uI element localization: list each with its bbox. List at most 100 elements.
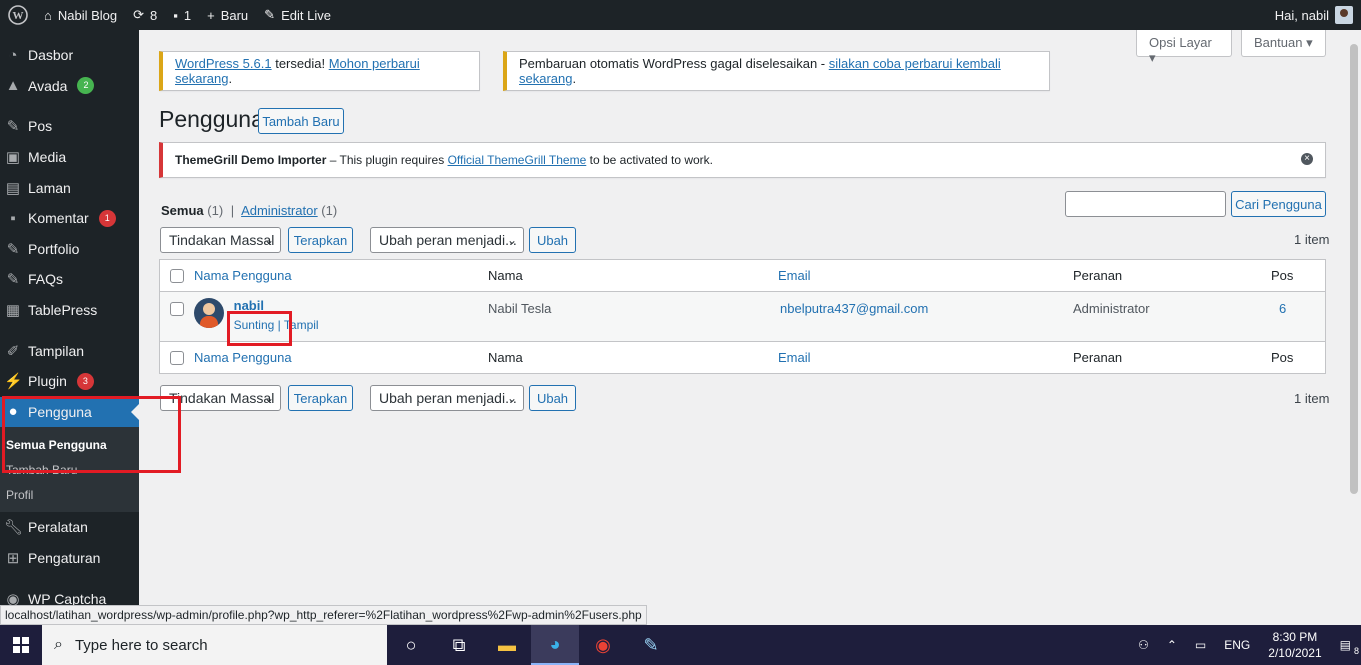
user-fullname: Nabil Tesla bbox=[488, 301, 552, 316]
search-users-button[interactable]: Cari Pengguna bbox=[1231, 191, 1326, 217]
clock[interactable]: 8:30 PM 2/10/2021 bbox=[1268, 629, 1321, 661]
my-account-link[interactable]: Hai, nabil bbox=[1267, 0, 1361, 30]
sidebar-item-portfolio[interactable]: ✎ Portfolio bbox=[0, 234, 139, 265]
user-posts-link[interactable]: 6 bbox=[1271, 301, 1286, 316]
table-footer-row: Nama Pengguna Nama Email Peranan Pos bbox=[159, 341, 1326, 374]
sidebar-item-media[interactable]: ▣ Media bbox=[0, 142, 139, 173]
change-role-select-bottom[interactable]: Ubah peran menjadi... ⌄ bbox=[370, 385, 524, 411]
sidebar-item-label: Pos bbox=[28, 118, 53, 135]
scrollbar[interactable] bbox=[1347, 30, 1361, 625]
start-button[interactable] bbox=[0, 625, 42, 665]
search-users-input[interactable] bbox=[1065, 191, 1226, 217]
user-email-link[interactable]: nbelputra437@gmail.com bbox=[778, 301, 928, 316]
sidebar-item-laman[interactable]: ▤ Laman bbox=[0, 172, 139, 203]
edit-live-link[interactable]: ✎ Edit Live bbox=[256, 0, 339, 30]
sidebar-item-label: Dasbor bbox=[28, 47, 74, 64]
help-button[interactable]: Bantuan ▾ bbox=[1241, 30, 1326, 57]
file-explorer-icon[interactable]: ▬ bbox=[483, 625, 531, 665]
updates-link[interactable]: ⟳ 8 bbox=[125, 0, 165, 30]
sidebar-item-dasbor[interactable]: ◔ Dasbor bbox=[0, 40, 139, 71]
select-all-checkbox[interactable] bbox=[170, 269, 184, 284]
update-end: . bbox=[228, 71, 233, 86]
themegrill-theme-link[interactable]: Official ThemeGrill Theme bbox=[448, 153, 587, 167]
select-all-checkbox-footer[interactable] bbox=[170, 351, 184, 366]
sidebar-item-pos[interactable]: ✎ Pos bbox=[0, 111, 139, 142]
column-username-footer[interactable]: Nama Pengguna bbox=[194, 350, 292, 365]
sidebar-item-label: Laman bbox=[28, 179, 71, 196]
new-label: Baru bbox=[220, 7, 249, 23]
brush-icon: ✐ bbox=[6, 342, 20, 360]
count-badge: 1 bbox=[98, 209, 116, 227]
users-table: Nama Pengguna Nama Email Peranan Pos nab… bbox=[159, 259, 1326, 374]
apply-button[interactable]: Terapkan bbox=[288, 227, 353, 253]
sidebar-item-pengaturan[interactable]: ⊞ Pengaturan bbox=[0, 543, 139, 574]
change-role-value: Ubah peran menjadi... bbox=[379, 232, 517, 248]
auto-update-end: . bbox=[572, 71, 577, 86]
sidebar-item-avada[interactable]: ▲ Avada 2 bbox=[0, 71, 139, 102]
taskbar-search-box[interactable]: ⌕ Type here to search bbox=[42, 625, 387, 665]
notification-count: 8 bbox=[1353, 646, 1359, 656]
chevron-up-icon[interactable]: ⌃ bbox=[1167, 638, 1177, 652]
filter-all-count: (1) bbox=[207, 203, 224, 218]
scrollbar-thumb[interactable] bbox=[1350, 44, 1358, 494]
sidebar-item-plugin[interactable]: ⚡ Plugin 3 bbox=[0, 366, 139, 397]
column-email-footer[interactable]: Email bbox=[778, 350, 811, 365]
sidebar-item-faqs[interactable]: ✎ FAQs bbox=[0, 264, 139, 295]
cortana-icon[interactable]: ○ bbox=[387, 625, 435, 665]
submenu-profile[interactable]: Profil bbox=[0, 483, 139, 508]
update-text: tersedia! bbox=[271, 56, 329, 71]
new-content-link[interactable]: + Baru bbox=[199, 0, 256, 30]
clock-date: 2/10/2021 bbox=[1268, 646, 1322, 660]
auto-update-notice: Pembaruan otomatis WordPress gagal disel… bbox=[503, 51, 1050, 91]
svg-text:W: W bbox=[13, 10, 24, 22]
sidebar-item-label: Plugin bbox=[28, 373, 67, 390]
taskbar: ⌕ Type here to search ○ ⧉ ▬ ◕ ◉ ✎ ⚇ ⌃ ▭ … bbox=[0, 625, 1361, 665]
comments-count: 1 bbox=[183, 7, 192, 23]
sidebar-item-peralatan[interactable]: 🔧︎ Peralatan bbox=[0, 512, 139, 543]
count-badge: 3 bbox=[76, 372, 94, 390]
notification-icon[interactable]: ▤ 8 bbox=[1340, 638, 1359, 656]
change-role-select[interactable]: Ubah peran menjadi... ⌄ bbox=[370, 227, 524, 253]
filter-administrator-link[interactable]: Administrator bbox=[241, 203, 318, 218]
paint-icon[interactable]: ✎ bbox=[627, 625, 675, 665]
plugin-end: to be activated to work. bbox=[586, 153, 714, 167]
site-name-link[interactable]: ⌂ Nabil Blog bbox=[36, 0, 125, 30]
sidebar-item-tampilan[interactable]: ✐ Tampilan bbox=[0, 335, 139, 366]
people-icon[interactable]: ⚇ bbox=[1138, 638, 1149, 652]
sidebar-item-komentar[interactable]: ▪ Komentar 1 bbox=[0, 203, 139, 234]
row-checkbox[interactable] bbox=[170, 301, 184, 316]
comments-link[interactable]: ▪ 1 bbox=[165, 0, 199, 30]
bulk-action-select[interactable]: Tindakan Massal ⌄ bbox=[160, 227, 281, 253]
screen-options-button[interactable]: Opsi Layar ▾ bbox=[1136, 30, 1232, 65]
change-role-button-bottom[interactable]: Ubah bbox=[529, 385, 576, 411]
dismiss-icon[interactable]: × bbox=[1301, 153, 1313, 165]
task-view-icon[interactable]: ⧉ bbox=[435, 625, 483, 665]
column-username[interactable]: Nama Pengguna bbox=[194, 268, 292, 283]
edge-browser-icon[interactable]: ◕ bbox=[531, 625, 579, 665]
sidebar-item-label: Komentar bbox=[28, 210, 89, 227]
network-icon[interactable]: ▭ bbox=[1195, 638, 1206, 652]
apply-button-bottom[interactable]: Terapkan bbox=[288, 385, 353, 411]
sidebar-item-tablepress[interactable]: ▦ TablePress bbox=[0, 295, 139, 326]
filter-all-link[interactable]: Semua bbox=[161, 203, 204, 218]
chrome-icon[interactable]: ◉ bbox=[579, 625, 627, 665]
add-new-user-button[interactable]: Tambah Baru bbox=[258, 108, 344, 134]
greeting: Hai, nabil bbox=[1274, 7, 1329, 23]
items-count: 1 item bbox=[1294, 232, 1330, 247]
wordpress-logo-icon[interactable]: W bbox=[0, 0, 36, 30]
plug-icon: ⚡ bbox=[4, 373, 23, 391]
column-role-footer: Peranan bbox=[1073, 350, 1123, 365]
updates-count: 8 bbox=[150, 7, 158, 23]
column-email[interactable]: Email bbox=[778, 268, 811, 283]
main-content: Opsi Layar ▾ Bantuan ▾ WordPress 5.6.1 t… bbox=[139, 30, 1361, 625]
wordpress-version-link[interactable]: WordPress 5.6.1 bbox=[175, 56, 272, 71]
status-url: localhost/latihan_wordpress/wp-admin/pro… bbox=[0, 605, 647, 625]
language-indicator[interactable]: ENG bbox=[1224, 638, 1250, 652]
table-icon: ▦ bbox=[5, 302, 21, 320]
highlight-box-edit-link bbox=[227, 311, 292, 346]
highlight-box-users-menu bbox=[2, 396, 181, 473]
plugin-text: – This plugin requires bbox=[326, 153, 448, 167]
change-role-button[interactable]: Ubah bbox=[529, 227, 576, 253]
pin-icon: ✎ bbox=[6, 240, 20, 258]
admin-bar: W ⌂ Nabil Blog ⟳ 8 ▪ 1 + Baru ✎ Edit Liv… bbox=[0, 0, 1361, 30]
